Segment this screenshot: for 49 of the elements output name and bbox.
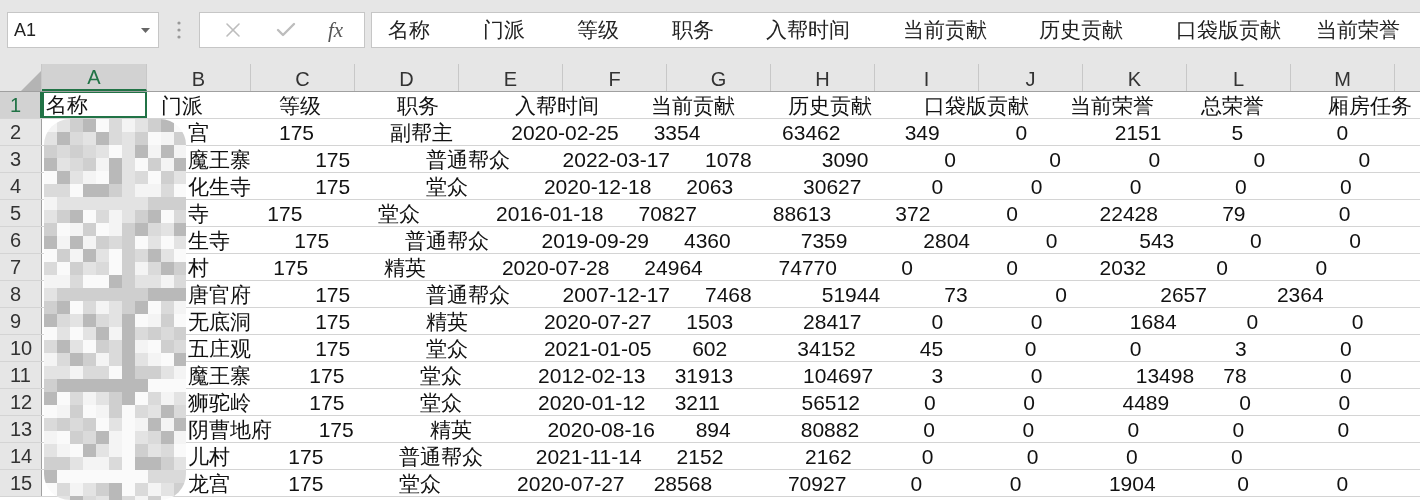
column-header[interactable]: C: [251, 64, 355, 91]
cell-text: 化生寺 175 堂众 2020-12-18 2063 30627 0 0 0 0 0: [188, 173, 1352, 199]
column-header[interactable]: L: [1187, 64, 1291, 91]
row-header[interactable]: 10: [0, 335, 42, 361]
cell-text: 寺 175 堂众 2016-01-18 70827 88613 372 0 22428 79 0: [188, 200, 1351, 226]
dropdown-caret-icon: [141, 27, 150, 33]
column-header[interactable]: H: [771, 64, 875, 91]
cell-text: 生寺 175 普通帮众 2019-09-29 4360 7359 2804 0 543 0 0: [188, 227, 1361, 253]
column-header[interactable]: D: [355, 64, 459, 91]
cell-text: 儿村 175 普通帮众 2021-11-14 2152 2162 0 0 0 0: [188, 443, 1243, 469]
column-header[interactable]: G: [667, 64, 771, 91]
cell-text: 狮驼岭 175 堂众 2020-01-12 3211 56512 0 0 4489 0 0: [188, 389, 1351, 415]
row-header[interactable]: 6: [0, 227, 42, 253]
row-header[interactable]: 7: [0, 254, 42, 280]
column-header[interactable]: B: [147, 64, 251, 91]
row-header[interactable]: 8: [0, 281, 42, 307]
column-header[interactable]: K: [1083, 64, 1187, 91]
column-header[interactable]: I: [875, 64, 979, 91]
cell-text: 村 175 精英 2020-07-28 24964 74770 0 0 2032 0 0: [188, 254, 1328, 280]
column-header[interactable]: M: [1291, 64, 1395, 91]
row-header[interactable]: 1: [0, 92, 42, 118]
insert-function-button[interactable]: fx: [328, 17, 344, 43]
column-header[interactable]: J: [979, 64, 1083, 91]
cell-text: 无底洞 175 精英 2020-07-27 1503 28417 0 0 1684 0 0: [188, 308, 1364, 334]
grip-icon: [177, 21, 181, 39]
cell-text: 龙宫 175 堂众 2020-07-27 28568 70927 0 0 1904 0 0: [188, 470, 1349, 496]
row-header[interactable]: 15: [0, 470, 42, 496]
row-header[interactable]: 12: [0, 389, 42, 415]
row-header[interactable]: 9: [0, 308, 42, 334]
row-header[interactable]: 2: [0, 119, 42, 145]
cell-text: 魔王寨 175 普通帮众 2022-03-17 1078 3090 0 0 0 0 0: [188, 146, 1371, 172]
name-box[interactable]: A1: [7, 12, 159, 48]
row-header[interactable]: 13: [0, 416, 42, 442]
column-header[interactable]: F: [563, 64, 667, 91]
column-header[interactable]: A: [42, 64, 147, 91]
row-header[interactable]: 11: [0, 362, 42, 388]
row-header[interactable]: 4: [0, 173, 42, 199]
row-header[interactable]: 3: [0, 146, 42, 172]
cell-text: 唐官府 175 普通帮众 2007-12-17 7468 51944 73 0 2657 2364: [188, 281, 1324, 307]
formula-field[interactable]: 名称 门派 等级 职务 入帮时间 当前贡献 历史贡献 口袋版贡献 当前荣誉: [371, 12, 1420, 48]
cell-text: 门派 等级 职务 入帮时间 当前贡献 历史贡献 口袋版贡献 当前荣誉 总荣誉 厢房任务: [161, 92, 1412, 118]
cell-text: 宫 175 副帮主 2020-02-25 3354 63462 349 0 2151 5 0: [188, 119, 1349, 145]
column-header[interactable]: E: [459, 64, 563, 91]
cell-text: 五庄观 175 堂众 2021-01-05 602 34152 45 0 0 3 0: [188, 335, 1352, 361]
row-header[interactable]: 5: [0, 200, 42, 226]
corner-triangle-icon: [21, 71, 41, 91]
cell-text: 阴曹地府 175 精英 2020-08-16 894 80882 0 0 0 0 0: [188, 416, 1350, 442]
cell-text: 魔王寨 175 堂众 2012-02-13 31913 104697 3 0 13498 78 0: [188, 362, 1352, 388]
row-header[interactable]: 14: [0, 443, 42, 469]
